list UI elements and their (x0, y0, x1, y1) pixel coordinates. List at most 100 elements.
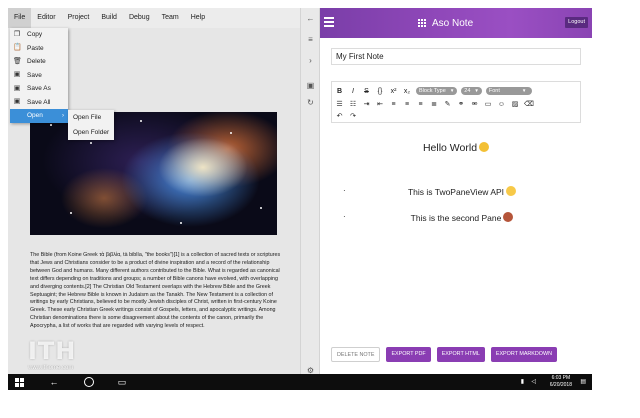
app-header: Aso Note Logout (320, 8, 592, 38)
network-icon[interactable]: ▮ (521, 378, 524, 386)
menu-build[interactable]: Build (95, 8, 123, 28)
cortana-ring-icon[interactable] (84, 377, 94, 387)
outdent-icon[interactable]: ⇤ (376, 100, 385, 109)
open-submenu: Open File Open Folder (68, 110, 114, 140)
save-all-icon: ▣ (13, 98, 21, 106)
menu-item-label: Open Folder (73, 129, 110, 136)
app-title-group: Aso Note (418, 8, 473, 38)
editor-toolbar: B I S {} x² x₂ Block Type ▼ 24 ▼ Font ▼ ☰ ☷… (331, 81, 581, 123)
menu-item-save-as[interactable]: ▣ Save As (10, 82, 68, 96)
toolbar-row-2: ☰ ☷ ⇥ ⇤ ≡ ≡ ≡ ≣ ✎ ⚭ ⚮ ▭ ☺ ▨ ⌫ (335, 98, 538, 110)
hamburger-icon[interactable] (324, 17, 334, 27)
emoji-icon[interactable]: ☺ (497, 100, 506, 109)
save-as-icon: ▣ (13, 84, 21, 92)
menu-item-label: Save As (27, 85, 51, 93)
strikethrough-button[interactable]: S (362, 87, 371, 96)
font-select[interactable]: Font ▼ (485, 87, 533, 95)
bullet-icon: · (343, 186, 346, 195)
menu-item-save-all[interactable]: ▣ Save All (10, 96, 68, 110)
save-icon[interactable]: ▣ (305, 80, 316, 91)
italic-button[interactable]: I (349, 87, 358, 96)
undo-icon[interactable]: ↶ (335, 112, 344, 121)
menu-team[interactable]: Team (156, 8, 185, 28)
watermark: ITH www.ithome.com (28, 338, 118, 378)
menu-item-label: Paste (27, 44, 44, 52)
menu-item-label: Save All (27, 98, 51, 106)
logout-button[interactable]: Logout (565, 17, 588, 28)
right-pane: Aso Note Logout My First Note B I S {} x… (320, 8, 592, 382)
grinning-emoji-icon (506, 186, 517, 196)
bullet-list-icon[interactable]: ☰ (335, 100, 344, 109)
align-left-icon[interactable]: ≡ (389, 100, 398, 109)
align-right-icon[interactable]: ≡ (416, 100, 425, 109)
image-icon[interactable]: ▨ (511, 100, 520, 109)
menu-item-save[interactable]: ▣ Save (10, 69, 68, 83)
caret-down-icon: ▼ (521, 88, 527, 93)
list-item: · This is the second Pane (343, 212, 581, 223)
superscript-button[interactable]: x² (389, 87, 398, 96)
notifications-icon[interactable]: ▤ (580, 378, 586, 386)
app-grid-icon (418, 18, 427, 28)
note-title-input[interactable]: My First Note (331, 48, 581, 65)
code-button[interactable]: {} (376, 87, 385, 96)
list-item-text: This is the second Pane (410, 213, 502, 223)
paste-icon: 📋 (13, 44, 22, 52)
menu-debug[interactable]: Debug (123, 8, 156, 28)
menu-item-open[interactable]: Open › (10, 109, 68, 123)
clock[interactable]: 6:03 PM 6/20/2018 (550, 375, 572, 389)
refresh-icon[interactable]: ↻ (305, 97, 316, 108)
menu-item-label: Open (27, 112, 43, 120)
redo-icon[interactable]: ↷ (349, 112, 358, 121)
note-heading: Hello World (331, 142, 581, 154)
windows-start-icon[interactable] (15, 378, 24, 387)
menu-editor[interactable]: Editor (31, 8, 61, 28)
export-pdf-button[interactable]: EXPORT PDF (386, 347, 431, 362)
unlink-icon[interactable]: ⚮ (470, 100, 479, 109)
copy-icon: ❐ (13, 30, 21, 38)
eraser-icon[interactable]: ⌫ (524, 100, 534, 109)
delete-icon: 🗑 (13, 57, 22, 65)
bear-emoji-icon (503, 212, 514, 222)
menu-item-paste[interactable]: 📋 Paste (10, 42, 68, 56)
watermark-logo: ITH (28, 337, 77, 365)
menu-lines-icon[interactable]: ≡ (305, 34, 316, 45)
menu-project[interactable]: Project (62, 8, 96, 28)
app-window: File Editor Project Build Debug Team Hel… (8, 8, 592, 382)
numbered-list-icon[interactable]: ☷ (349, 100, 358, 109)
font-value: Font (488, 88, 500, 94)
save-icon: ▣ (13, 71, 21, 79)
export-html-button[interactable]: EXPORT HTML (436, 347, 485, 362)
clock-date: 6/20/2018 (549, 382, 572, 388)
align-justify-icon[interactable]: ≣ (430, 100, 439, 109)
menu-bar: File Editor Project Build Debug Team Hel… (8, 8, 300, 28)
chevron-right-icon[interactable]: › (305, 55, 316, 66)
block-type-value: Block Type (419, 88, 446, 94)
align-center-icon[interactable]: ≡ (403, 100, 412, 109)
menu-item-label: Open File (73, 114, 102, 121)
menu-help[interactable]: Help (185, 8, 211, 28)
block-type-select[interactable]: Block Type ▼ (416, 87, 458, 95)
menu-item-label: Copy (27, 31, 43, 39)
note-heading-text: Hello World (422, 142, 478, 154)
link-icon[interactable]: ⚭ (457, 100, 466, 109)
arrow-left-icon[interactable]: ← (305, 13, 316, 24)
bold-button[interactable]: B (335, 87, 344, 96)
volume-icon[interactable]: ◁ (531, 378, 536, 386)
menu-item-delete[interactable]: 🗑 Delete (10, 55, 68, 69)
export-markdown-button[interactable]: EXPORT MARKDOWN (490, 347, 557, 362)
menu-item-copy[interactable]: ❐ Copy (10, 28, 68, 42)
menu-file[interactable]: File (8, 8, 32, 28)
font-size-select[interactable]: 24 ▼ (461, 87, 482, 95)
action-buttons: DELETE NOTE EXPORT PDF EXPORT HTML EXPOR… (331, 347, 563, 362)
app-title: Aso Note (432, 17, 474, 29)
embed-icon[interactable]: ▭ (484, 100, 493, 109)
flexed-biceps-emoji-icon (479, 142, 490, 152)
pane-divider-toolbar: ← ≡ › ▣ ↻ ⚙ (300, 8, 320, 382)
delete-note-button[interactable]: DELETE NOTE (331, 347, 381, 362)
color-picker-icon[interactable]: ✎ (443, 100, 452, 109)
menu-item-open-folder[interactable]: Open Folder (68, 125, 114, 140)
subscript-button[interactable]: x₂ (403, 87, 412, 96)
indent-icon[interactable]: ⇥ (362, 100, 371, 109)
list-item-text: This is TwoPaneView API (407, 187, 505, 197)
menu-item-open-file[interactable]: Open File (68, 110, 114, 125)
